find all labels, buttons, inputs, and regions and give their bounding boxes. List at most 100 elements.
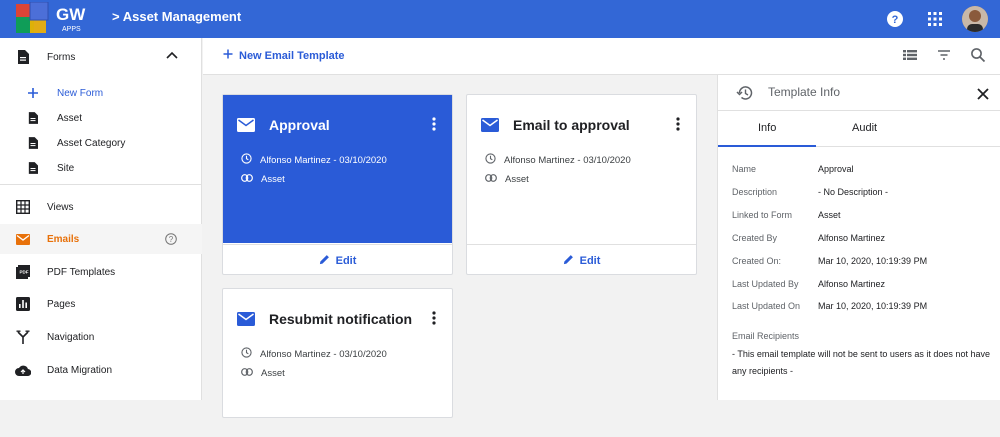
info-key: Name: [732, 164, 757, 174]
card-form-row: Asset: [241, 174, 285, 185]
chevron-up-icon[interactable]: [166, 51, 178, 62]
gw-apps-logo[interactable]: GW APPS: [14, 1, 98, 36]
history-icon: [736, 84, 754, 107]
sidebar-item-site[interactable]: Site: [0, 153, 202, 183]
pdf-icon: PDF: [15, 264, 31, 280]
email-recipients-text: - This email template will not be sent t…: [732, 349, 990, 376]
svg-text:GW: GW: [56, 5, 86, 24]
sidebar-divider: [0, 184, 202, 185]
more-vert-icon[interactable]: [676, 117, 680, 136]
sidebar-item-label: PDF Templates: [47, 266, 116, 278]
svg-text:?: ?: [169, 235, 174, 244]
pencil-icon: [563, 254, 574, 268]
clock-icon: [241, 153, 252, 167]
filter-icon[interactable]: [936, 47, 952, 68]
panel-title: Template Info: [768, 85, 841, 99]
mail-icon: [15, 231, 31, 247]
sidebar-item-label: Pages: [47, 298, 76, 310]
info-key: Last Updated By: [732, 279, 799, 289]
info-key: Created By: [732, 233, 778, 243]
panel-tabs: Info Audit: [718, 111, 1000, 147]
email-template-card-resubmit-notification[interactable]: Resubmit notification Alfonso Martinez -…: [222, 288, 453, 418]
sidebar-item-label: Navigation: [47, 331, 95, 343]
sidebar-item-label: Data Migration: [47, 364, 113, 376]
sidebar-item-views[interactable]: Views: [0, 192, 202, 222]
card-author-row: Alfonso Martinez - 03/10/2020: [485, 153, 631, 167]
plus-icon: [223, 49, 233, 62]
info-key: Linked to Form: [732, 210, 793, 220]
user-avatar[interactable]: [962, 6, 988, 32]
card-form: Asset: [261, 174, 285, 185]
edit-label: Edit: [335, 254, 357, 267]
card-title: Resubmit notification: [269, 311, 413, 327]
svg-text:APPS: APPS: [62, 26, 81, 33]
sidebar-item-pdf-templates[interactable]: PDF PDF Templates: [0, 257, 202, 287]
search-icon[interactable]: [970, 47, 986, 68]
help-icon[interactable]: ?: [882, 6, 908, 32]
card-author: Alfonso Martinez - 03/10/2020: [260, 154, 387, 166]
document-icon: [25, 135, 41, 151]
card-form-row: Asset: [241, 368, 285, 379]
navigation-icon: [15, 329, 31, 345]
mail-icon: [481, 118, 499, 137]
email-template-card-email-to-approval[interactable]: Email to approval Alfonso Martinez - 03/…: [466, 94, 697, 275]
cloud-upload-icon: [15, 362, 31, 378]
edit-button[interactable]: Edit: [467, 244, 696, 276]
active-tab-indicator: [718, 145, 816, 147]
info-value: Asset: [818, 210, 841, 220]
close-icon[interactable]: [977, 87, 989, 105]
email-template-card-approval[interactable]: Approval Alfonso Martinez - 03/10/2020 A…: [222, 94, 453, 275]
svg-text:PDF: PDF: [20, 270, 29, 275]
sidebar-item-pages[interactable]: Pages: [0, 289, 202, 319]
info-value: Alfonso Martinez: [818, 233, 886, 243]
card-form: Asset: [261, 368, 285, 379]
info-value: Mar 10, 2020, 10:19:39 PM: [818, 301, 928, 311]
card-title: Approval: [269, 117, 330, 133]
mail-icon: [237, 118, 255, 137]
sidebar-item-navigation[interactable]: Navigation: [0, 322, 202, 352]
info-key: Last Updated On: [732, 301, 801, 311]
info-value: Approval: [818, 164, 854, 174]
tab-audit[interactable]: Audit: [852, 122, 877, 134]
document-icon: [15, 49, 31, 65]
sidebar-item-forms[interactable]: Forms: [0, 42, 202, 72]
card-form-row: Asset: [485, 174, 529, 185]
card-author-row: Alfonso Martinez - 03/10/2020: [241, 153, 387, 167]
apps-grid-icon[interactable]: [922, 6, 948, 32]
new-email-template-button[interactable]: New Email Template: [223, 49, 345, 62]
more-vert-icon[interactable]: [432, 117, 436, 136]
sidebar-item-label: Forms: [47, 51, 76, 63]
info-value: Mar 10, 2020, 10:19:39 PM: [818, 256, 928, 266]
edit-button[interactable]: Edit: [223, 244, 452, 276]
mail-icon: [237, 312, 255, 331]
list-view-icon[interactable]: [902, 47, 918, 68]
email-recipients-label: Email Recipients: [732, 331, 800, 341]
sidebar-item-label: Site: [57, 162, 75, 174]
document-icon: [25, 160, 41, 176]
breadcrumb[interactable]: > Asset Management: [112, 9, 241, 24]
card-body[interactable]: Email to approval Alfonso Martinez - 03/…: [467, 95, 696, 243]
link-icon: [241, 174, 253, 185]
card-author: Alfonso Martinez - 03/10/2020: [504, 154, 631, 166]
link-icon: [485, 174, 497, 185]
more-vert-icon[interactable]: [432, 311, 436, 330]
template-info-panel: Template Info Info Audit Name Approval D…: [717, 75, 1000, 400]
svg-text:?: ?: [892, 14, 899, 26]
clock-icon: [485, 153, 496, 167]
sidebar-item-label: Asset Category: [57, 137, 126, 149]
card-author-row: Alfonso Martinez - 03/10/2020: [241, 347, 387, 361]
sidebar-item-emails[interactable]: Emails ?: [0, 224, 202, 254]
edit-label: Edit: [579, 254, 601, 267]
sidebar-item-label: Emails: [47, 233, 80, 245]
sidebar-item-label: Asset: [57, 112, 83, 124]
document-icon: [25, 110, 41, 126]
help-outline-icon[interactable]: ?: [165, 233, 177, 248]
top-app-bar: GW APPS > Asset Management ?: [0, 0, 1000, 38]
tab-info[interactable]: Info: [758, 122, 776, 134]
card-body[interactable]: Resubmit notification Alfonso Martinez -…: [223, 289, 452, 437]
content-toolbar: New Email Template: [203, 38, 1000, 75]
sidebar-item-label: New Form: [57, 87, 104, 99]
card-body[interactable]: Approval Alfonso Martinez - 03/10/2020 A…: [223, 95, 452, 243]
panel-header: Template Info: [718, 75, 1000, 111]
sidebar-item-data-migration[interactable]: Data Migration: [0, 355, 202, 385]
